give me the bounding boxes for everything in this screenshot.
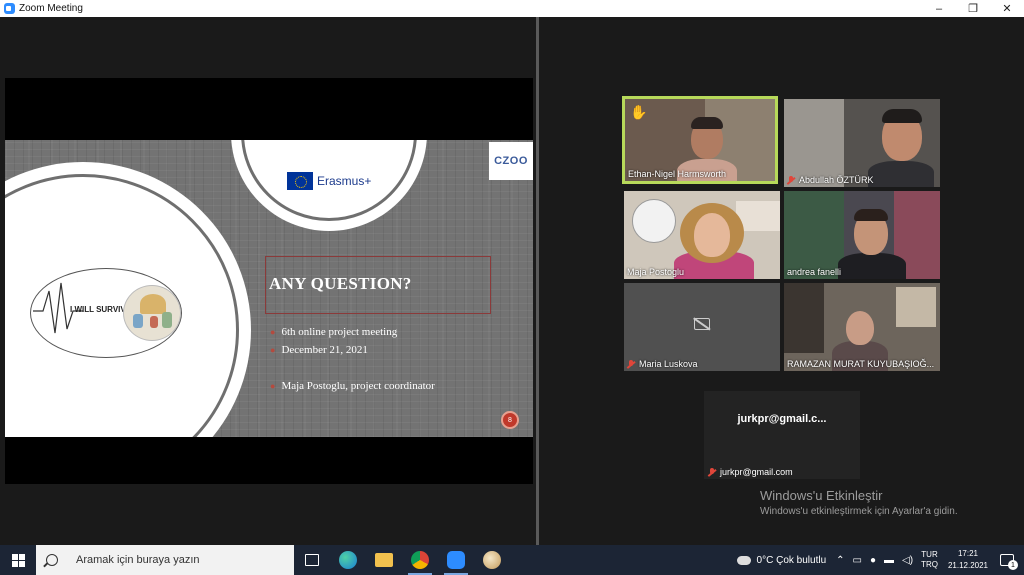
participant-display-name: jurkpr@gmail.c...: [737, 413, 827, 425]
weather-widget[interactable]: 0°C Çok bulutlu: [736, 554, 827, 566]
title-bar: Zoom Meeting – ❐ ✕: [0, 0, 1024, 17]
taskbar-clock[interactable]: 17:21 21.12.2021: [948, 548, 988, 572]
participant-tile[interactable]: Maja Postoglu: [624, 191, 780, 279]
close-button[interactable]: ✕: [990, 0, 1024, 17]
zoom-app-icon: [4, 3, 15, 14]
erasmus-label: Erasmus+: [317, 174, 372, 188]
minimize-button[interactable]: –: [922, 0, 956, 17]
participant-name: RAMAZAN MURAT KUYUBAŞIOĞ...: [787, 359, 935, 369]
taskbar: Aramak için buraya yazın 0°C Çok bulutlu…: [0, 545, 1024, 575]
search-icon: [46, 554, 58, 566]
figure-shape: [150, 316, 158, 328]
eu-flag-icon: [287, 172, 313, 190]
raised-hand-icon: ✋: [630, 104, 648, 120]
participant-tile[interactable]: ✋ Ethan-Nigel Harmsworth: [622, 96, 778, 184]
windows-icon: [11, 553, 25, 567]
battery-icon[interactable]: ▬: [884, 555, 894, 566]
umbrella-shape: [140, 294, 166, 314]
paint-icon[interactable]: [474, 545, 510, 575]
microphone-icon[interactable]: ●: [870, 555, 876, 566]
camera-off-icon: [694, 318, 710, 330]
meeting-area: Erasmus+ CZOO I WILL SURVIVE! ANY QUESTI…: [0, 17, 1024, 545]
clock-time: 17:21: [957, 549, 978, 558]
task-view-icon[interactable]: [294, 545, 330, 575]
muted-mic-icon: [708, 467, 716, 477]
survive-illustration: [123, 285, 181, 341]
slide-bullet: ● Maja Postoglu, project coordinator: [270, 380, 435, 392]
chrome-icon[interactable]: [402, 545, 438, 575]
maximize-button[interactable]: ❐: [956, 0, 990, 17]
participant-tile[interactable]: RAMAZAN MURAT KUYUBAŞIOĞ...: [784, 283, 940, 371]
edge-icon[interactable]: [330, 545, 366, 575]
muted-mic-icon: [787, 175, 795, 185]
project-logo: CZOO: [489, 142, 533, 180]
participant-tile[interactable]: andrea fanelli: [784, 191, 940, 279]
start-button[interactable]: [0, 545, 36, 575]
participant-tile[interactable]: Maria Luskova: [624, 283, 780, 371]
notification-count: 1: [1008, 560, 1018, 570]
splitter-handle[interactable]: [536, 17, 539, 545]
activation-subtitle: Windows'u etkinleştirmek için Ayarlar'a …: [760, 506, 958, 517]
taskbar-search[interactable]: Aramak için buraya yazın: [36, 545, 294, 575]
input-language[interactable]: TUR TRQ: [921, 550, 938, 570]
cloud-icon: [736, 555, 751, 565]
presentation-slide: Erasmus+ CZOO I WILL SURVIVE! ANY QUESTI…: [5, 140, 533, 437]
slide-heading: ANY QUESTION?: [269, 274, 412, 293]
volume-icon[interactable]: ◁): [902, 555, 913, 566]
weather-text: 0°C Çok bulutlu: [756, 554, 827, 566]
bullet-icon: ●: [270, 345, 276, 355]
figure-shape: [133, 314, 143, 328]
window-controls: – ❐ ✕: [922, 0, 1024, 17]
participant-tile-no-video[interactable]: jurkpr@gmail.c... jurkpr@gmail.com: [704, 391, 860, 479]
slide-page-number: 8: [501, 411, 519, 429]
participant-name: Maria Luskova: [627, 359, 698, 369]
project-logo-text: CZOO: [494, 155, 528, 167]
windows-activation-watermark: Windows'u Etkinleştir Windows'u etkinleş…: [760, 488, 958, 517]
search-placeholder: Aramak için buraya yazın: [76, 554, 200, 566]
participant-name: andrea fanelli: [787, 267, 842, 277]
window-title: Zoom Meeting: [19, 3, 83, 14]
activation-title: Windows'u Etkinleştir: [760, 488, 883, 503]
participant-name: Abdullah ÖZTÜRK: [787, 175, 874, 185]
slide-bullets: ● 6th online project meeting ● December 21…: [270, 323, 435, 395]
clock-date: 21.12.2021: [947, 561, 988, 570]
slide-bullet: ● 6th online project meeting: [270, 326, 398, 338]
muted-mic-icon: [627, 359, 635, 369]
participant-name: Ethan-Nigel Harmsworth: [628, 169, 727, 179]
slide-bullet: ● December 21, 2021: [270, 344, 368, 356]
participant-name: Maja Postoglu: [627, 267, 685, 277]
participant-name: jurkpr@gmail.com: [708, 467, 793, 477]
zoom-icon[interactable]: [438, 545, 474, 575]
file-explorer-icon[interactable]: [366, 545, 402, 575]
erasmus-logo: Erasmus+: [287, 172, 371, 190]
bullet-icon: ●: [270, 327, 276, 337]
figure-shape: [162, 312, 172, 328]
bullet-icon: ●: [270, 381, 276, 391]
notifications-icon[interactable]: 1: [1000, 554, 1018, 570]
chevron-up-icon[interactable]: ⌃: [836, 555, 844, 566]
system-tray: 0°C Çok bulutlu ⌃ ▭ ● ▬ ◁) TUR TRQ 17:21…: [736, 545, 1024, 575]
participant-tile[interactable]: Abdullah ÖZTÜRK: [784, 99, 940, 187]
network-icon[interactable]: ▭: [853, 555, 862, 566]
